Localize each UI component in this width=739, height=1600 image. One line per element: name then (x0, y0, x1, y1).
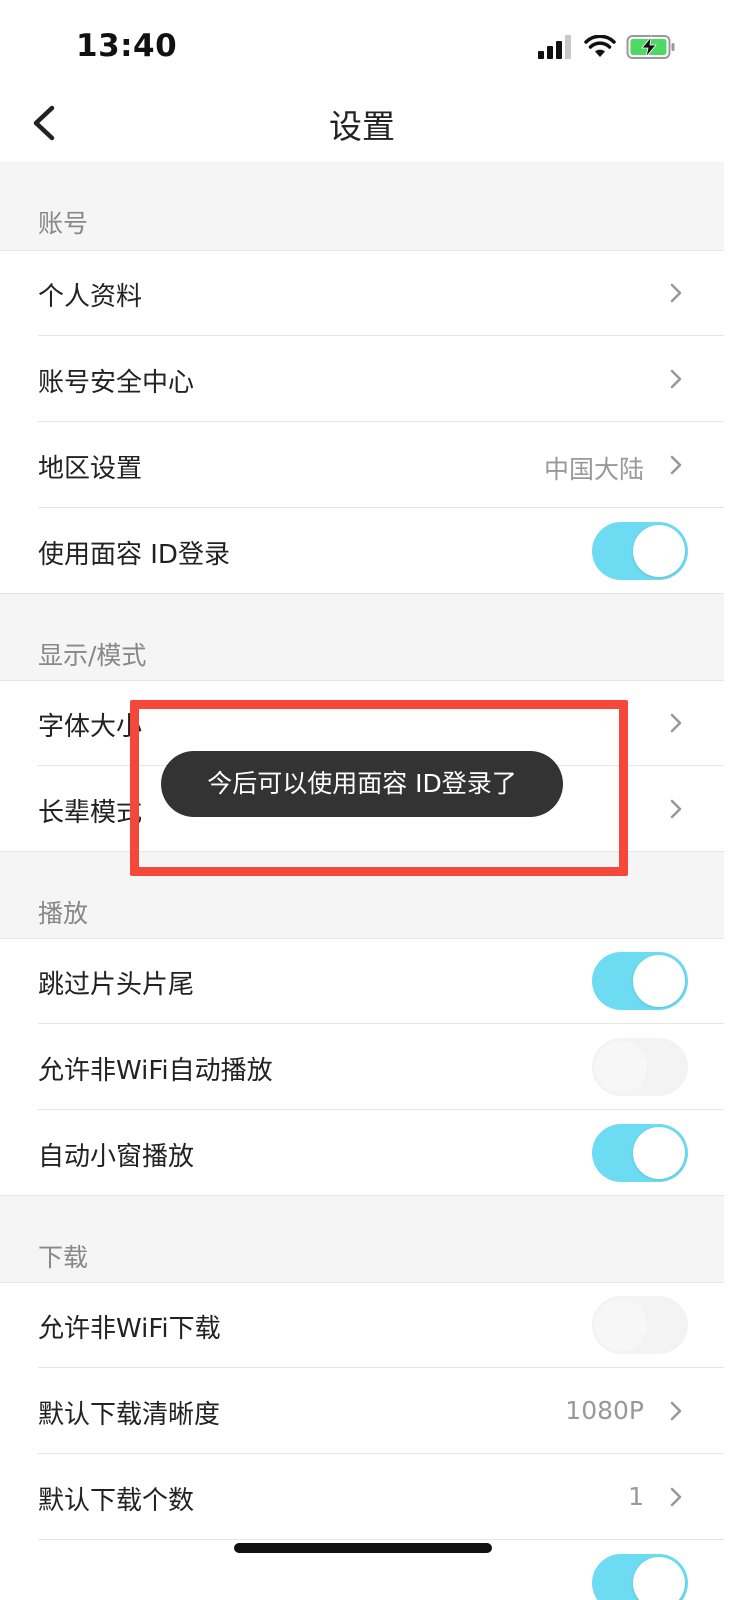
nav-bar: 设置 (0, 88, 724, 162)
section-header-download: 下载 (0, 1196, 724, 1284)
right-edge (724, 0, 739, 1600)
count-value: 1 (628, 1482, 644, 1511)
row-label: 字体大小 (38, 712, 143, 742)
row-label: 允许非WiFi自动播放 (38, 1056, 273, 1086)
row-account-security[interactable]: 账号安全中心 (0, 336, 724, 422)
skip-intro-toggle[interactable] (592, 952, 688, 1010)
chevron-right-icon (670, 713, 682, 733)
chevron-right-icon (670, 799, 682, 819)
toast-message: 今后可以使用面容 ID登录了 (161, 751, 563, 817)
section-title: 播放 (38, 899, 89, 928)
row-default-quality[interactable]: 默认下载清晰度 1080P (0, 1368, 724, 1454)
mini-window-toggle[interactable] (592, 1124, 688, 1182)
row-mini-window: 自动小窗播放 (0, 1110, 724, 1196)
chevron-right-icon (670, 283, 682, 303)
section-title: 下载 (38, 1243, 89, 1272)
non-wifi-autoplay-toggle[interactable] (592, 1038, 688, 1096)
non-wifi-download-toggle[interactable] (592, 1296, 688, 1354)
row-label: 默认下载个数 (38, 1486, 195, 1516)
chevron-right-icon (670, 1401, 682, 1421)
row-label: 默认下载清晰度 (38, 1400, 221, 1430)
settings-screen: 13:40 设置 账号 个人资料 账号安全中心 地区设置 中国大陆 使用面容 I… (0, 0, 724, 1600)
section-title: 显示/模式 (38, 641, 147, 670)
toggle-knob (633, 1127, 685, 1179)
row-label: 账号安全中心 (38, 368, 195, 398)
section-header-display: 显示/模式 (0, 594, 724, 682)
wifi-icon (584, 35, 616, 57)
faceid-toggle[interactable] (592, 522, 688, 580)
battery-charging-icon (626, 35, 675, 59)
chevron-right-icon (670, 369, 682, 389)
partial-toggle[interactable] (592, 1554, 688, 1600)
toggle-knob (633, 525, 685, 577)
row-skip-intro: 跳过片头片尾 (0, 938, 724, 1024)
row-profile[interactable]: 个人资料 (0, 250, 724, 336)
toggle-knob (595, 1299, 647, 1351)
chevron-right-icon (670, 1487, 682, 1507)
toggle-knob (633, 955, 685, 1007)
chevron-right-icon (670, 455, 682, 475)
row-default-count[interactable]: 默认下载个数 1 (0, 1454, 724, 1540)
row-label: 允许非WiFi下载 (38, 1314, 221, 1344)
row-label: 跳过片头片尾 (38, 970, 195, 1000)
row-non-wifi-download: 允许非WiFi下载 (0, 1282, 724, 1368)
row-label: 使用面容 ID登录 (38, 540, 230, 570)
row-label: 个人资料 (38, 282, 143, 312)
home-indicator[interactable] (234, 1543, 492, 1553)
row-faceid-login: 使用面容 ID登录 (0, 508, 724, 594)
section-title: 账号 (38, 209, 89, 238)
row-label: 地区设置 (38, 454, 143, 484)
status-time: 13:40 (76, 28, 178, 64)
row-label: 自动小窗播放 (38, 1142, 195, 1172)
toggle-knob (633, 1557, 685, 1600)
row-label: 长辈模式 (38, 798, 143, 828)
row-region[interactable]: 地区设置 中国大陆 (0, 422, 724, 508)
status-bar: 13:40 (0, 0, 724, 88)
status-icons (538, 32, 676, 62)
signal-icon (538, 35, 571, 59)
page-title: 设置 (329, 107, 395, 146)
quality-value: 1080P (565, 1396, 644, 1425)
row-non-wifi-autoplay: 允许非WiFi自动播放 (0, 1024, 724, 1110)
region-value: 中国大陆 (543, 455, 644, 484)
toggle-knob (595, 1041, 647, 1093)
section-header-account: 账号 (0, 162, 724, 250)
